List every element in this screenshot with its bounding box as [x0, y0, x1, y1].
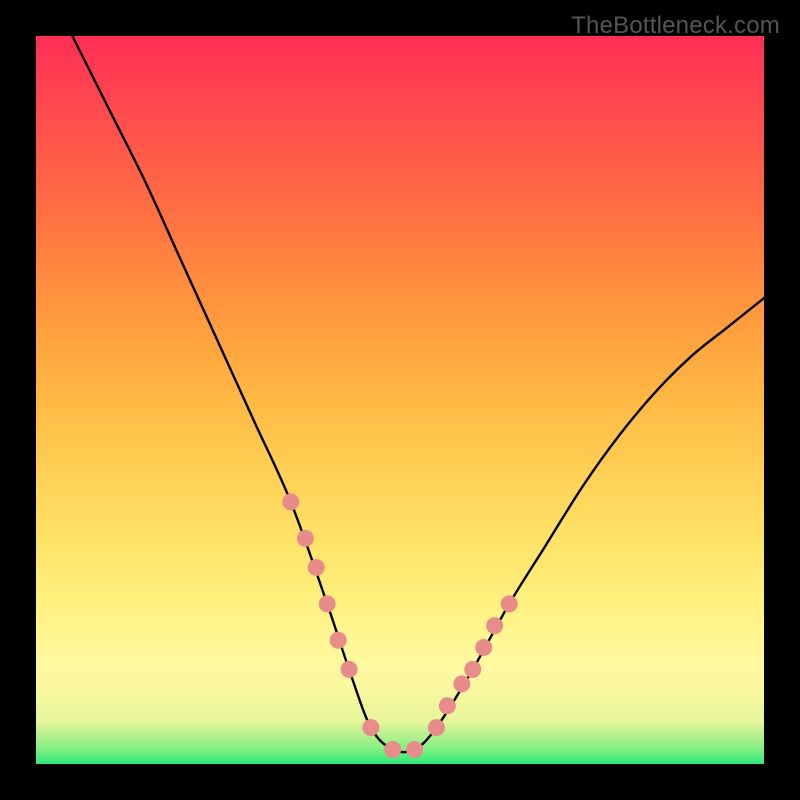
marker-point [501, 595, 518, 612]
marker-point [475, 639, 492, 656]
marker-point [362, 719, 379, 736]
marker-point [341, 661, 358, 678]
plot-area [36, 36, 764, 764]
marker-point [330, 632, 347, 649]
marker-point [297, 530, 314, 547]
bottleneck-curve [72, 36, 764, 752]
chart-frame: TheBottleneck.com [0, 0, 800, 800]
marker-point [464, 661, 481, 678]
marker-point [384, 741, 401, 758]
highlight-markers [282, 493, 517, 758]
marker-point [282, 493, 299, 510]
marker-point [308, 559, 325, 576]
marker-point [486, 617, 503, 634]
marker-point [406, 741, 423, 758]
marker-point [453, 675, 470, 692]
curve-layer [36, 36, 764, 764]
marker-point [428, 719, 445, 736]
marker-point [439, 697, 456, 714]
watermark-text: TheBottleneck.com [571, 12, 780, 40]
marker-point [319, 595, 336, 612]
